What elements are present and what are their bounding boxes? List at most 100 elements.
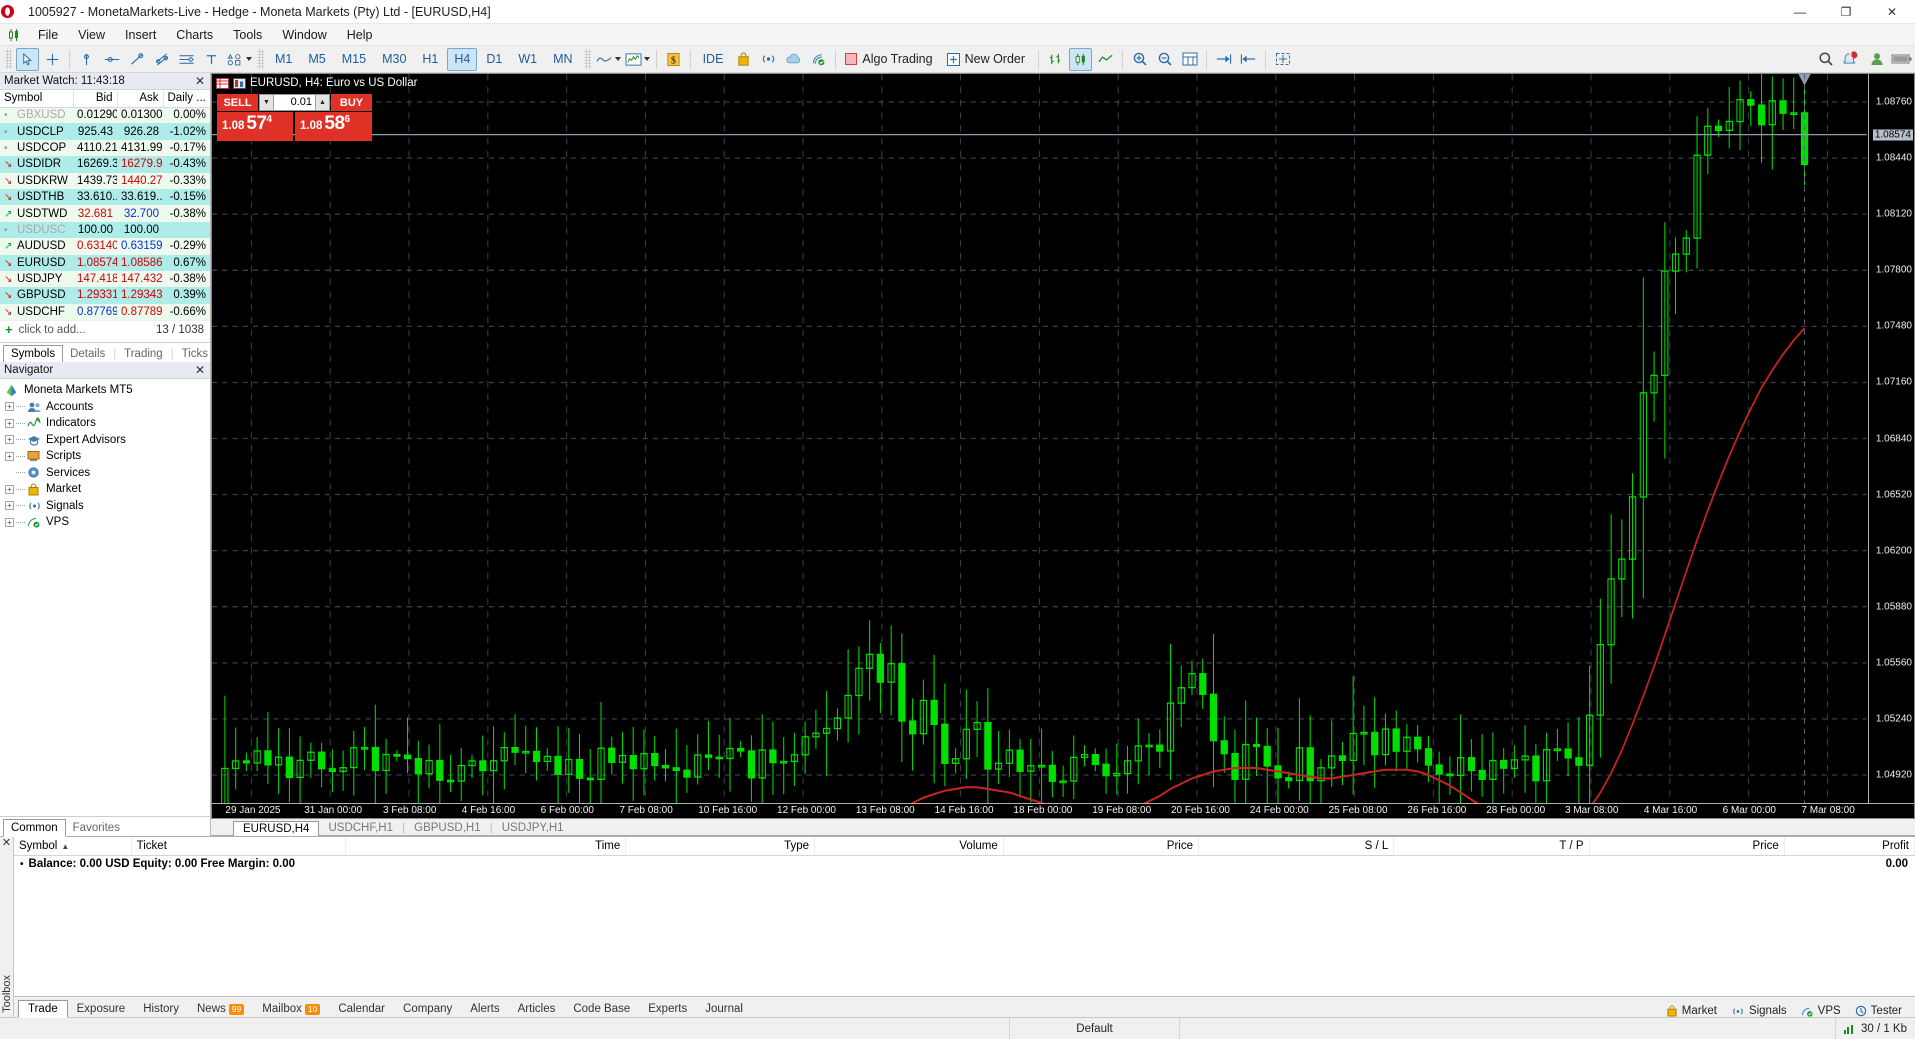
column-header-sl[interactable]: S / L	[1199, 837, 1394, 855]
line-type-icon[interactable]	[1094, 48, 1117, 71]
time-axis[interactable]: 29 Jan 202531 Jan 00:003 Feb 08:004 Feb …	[212, 803, 1914, 818]
auto-scroll-icon[interactable]	[1212, 48, 1235, 71]
table-row[interactable]: •GBXUSD0.012900.013000.00%	[0, 107, 210, 123]
toolbox-tab-news[interactable]: News99	[188, 1001, 253, 1017]
tab-common[interactable]: Common	[3, 819, 66, 837]
expand-icon[interactable]: +	[5, 435, 14, 444]
tile-windows-icon[interactable]	[1178, 48, 1201, 71]
expand-icon[interactable]: +	[5, 402, 14, 411]
column-header-ticket[interactable]: Ticket	[131, 837, 346, 855]
vps-icon[interactable]	[807, 48, 830, 71]
toolbox-tab-code-base[interactable]: Code Base	[564, 1001, 639, 1017]
toolbox-tab-calendar[interactable]: Calendar	[329, 1001, 394, 1017]
status-profile[interactable]: Default	[1010, 1018, 1180, 1039]
tab-symbols[interactable]: Symbols	[3, 345, 63, 362]
new-order-button[interactable]: New Order	[943, 48, 1033, 71]
close-icon[interactable]: ✕	[0, 837, 13, 849]
toolbox-link-tester[interactable]: Tester	[1848, 1005, 1909, 1017]
table-row[interactable]: •USDUSC100.00100.00	[0, 222, 210, 238]
toolbox-tab-experts[interactable]: Experts	[639, 1001, 696, 1017]
table-row[interactable]: ↘EURUSD1.085741.085860.67%	[0, 255, 210, 271]
volume-stepper[interactable]: ▼ 0.01 ▲	[259, 94, 330, 111]
toolbox-link-vps[interactable]: VPS	[1794, 1005, 1848, 1017]
menu-help[interactable]: Help	[337, 24, 383, 46]
algo-trading-button[interactable]: Algo Trading	[841, 48, 940, 71]
bar-chart-icon[interactable]	[624, 48, 651, 71]
navigator-item-signals[interactable]: +Signals	[0, 498, 210, 515]
chart-shift-icon[interactable]	[1237, 48, 1260, 71]
chart-tab-usdjpy-h1[interactable]: USDJPY,H1	[493, 821, 573, 835]
shapes-icon[interactable]	[225, 48, 253, 71]
toolbar-grip[interactable]	[5, 49, 12, 69]
timeframe-m15[interactable]: M15	[335, 48, 373, 71]
menu-view[interactable]: View	[68, 24, 115, 46]
timeframe-mn[interactable]: MN	[546, 48, 579, 71]
expand-icon[interactable]: +	[5, 452, 14, 461]
signals-icon[interactable]	[757, 48, 780, 71]
volume-value[interactable]: 0.01	[274, 95, 315, 110]
table-row[interactable]: ↘USDTHB33.610...33.619...-0.15%	[0, 189, 210, 205]
navigator-item-scripts[interactable]: +Scripts	[0, 448, 210, 465]
table-row[interactable]: ↘USDJPY147.418147.432-0.38%	[0, 271, 210, 287]
toolbox-tab-articles[interactable]: Articles	[509, 1001, 565, 1017]
bar-chart-type-icon[interactable]	[1044, 48, 1067, 71]
navigator-item-indicators[interactable]: +Indicators	[0, 415, 210, 432]
search-icon[interactable]	[1815, 48, 1838, 71]
timeframe-m30[interactable]: M30	[375, 48, 413, 71]
menu-file[interactable]: File	[28, 24, 68, 46]
candlestick-type-icon[interactable]	[1069, 48, 1092, 71]
timeframe-w1[interactable]: W1	[511, 48, 544, 71]
toolbox-tab-mailbox[interactable]: Mailbox10	[253, 1001, 329, 1017]
column-header-price2[interactable]: Price	[1589, 837, 1784, 855]
crosshair-mode-icon[interactable]	[1271, 48, 1294, 71]
maximize-button[interactable]: ❐	[1823, 0, 1869, 24]
column-header-bid[interactable]: Bid	[73, 90, 117, 107]
column-header-volume[interactable]: Volume	[815, 837, 1004, 855]
toolbar-grip-2[interactable]	[257, 49, 264, 69]
timeframe-h4[interactable]: H4	[447, 48, 477, 71]
expand-icon[interactable]: +	[5, 518, 14, 527]
column-header-symbol[interactable]: Symbol	[0, 90, 73, 107]
toolbox-tab-exposure[interactable]: Exposure	[68, 1001, 135, 1017]
line-chart-icon[interactable]	[595, 48, 622, 71]
timeframe-m1[interactable]: M1	[268, 48, 299, 71]
battery-icon[interactable]	[1890, 48, 1914, 71]
line-segment-icon[interactable]	[100, 48, 123, 71]
toolbox-tab-history[interactable]: History	[134, 1001, 188, 1017]
trendline-icon[interactable]	[125, 48, 148, 71]
price-axis[interactable]: 1.087601.084401.081201.078001.074801.071…	[1868, 74, 1914, 803]
close-icon[interactable]: ✕	[195, 74, 210, 88]
zoom-in-icon[interactable]	[1128, 48, 1151, 71]
volume-up-icon[interactable]: ▲	[315, 95, 329, 110]
chevron-down-icon[interactable]	[615, 57, 621, 61]
toolbox-tab-company[interactable]: Company	[394, 1001, 461, 1017]
expand-icon[interactable]: +	[5, 501, 14, 510]
column-header-profit[interactable]: Profit	[1784, 837, 1914, 855]
tab-trading[interactable]: Trading	[117, 346, 170, 362]
crosshair-icon[interactable]	[41, 48, 64, 71]
column-header-ask[interactable]: Ask	[117, 90, 163, 107]
table-row[interactable]: ↘USDCHF0.877690.87789-0.66%	[0, 304, 210, 320]
navigator-root[interactable]: Moneta Markets MT5	[0, 382, 210, 399]
volume-down-icon[interactable]: ▼	[260, 95, 274, 110]
shopping-bag-icon[interactable]	[732, 48, 755, 71]
chevron-down-icon[interactable]	[644, 57, 650, 61]
table-row[interactable]: ↗USDTWD32.68132.700-0.38%	[0, 205, 210, 221]
table-row[interactable]: •USDCLP925.43926.28-1.02%	[0, 123, 210, 139]
equidistant-icon[interactable]	[175, 48, 198, 71]
tab-ticks[interactable]: Ticks	[175, 346, 210, 362]
tab-details[interactable]: Details	[63, 346, 112, 362]
chart-canvas[interactable]: EURUSD, H4: Euro vs US Dollar SELL ▼ 0.0…	[212, 74, 1914, 803]
minimize-button[interactable]: —	[1777, 0, 1823, 24]
toolbox-tab-journal[interactable]: Journal	[696, 1001, 752, 1017]
notifications-icon[interactable]: 1	[1840, 48, 1863, 71]
column-header-daily[interactable]: Daily ...	[163, 90, 210, 107]
table-row[interactable]: ↘USDKRW1439.731440.27-0.33%	[0, 173, 210, 189]
close-icon[interactable]: ✕	[195, 363, 210, 377]
add-symbol-row[interactable]: + click to add... 13 / 1038	[0, 320, 210, 338]
text-icon[interactable]	[200, 48, 223, 71]
menu-tools[interactable]: Tools	[223, 24, 272, 46]
menu-window[interactable]: Window	[272, 24, 336, 46]
navigator-item-market[interactable]: +Market	[0, 481, 210, 498]
buy-button[interactable]: 1.08 58 6	[295, 112, 372, 141]
